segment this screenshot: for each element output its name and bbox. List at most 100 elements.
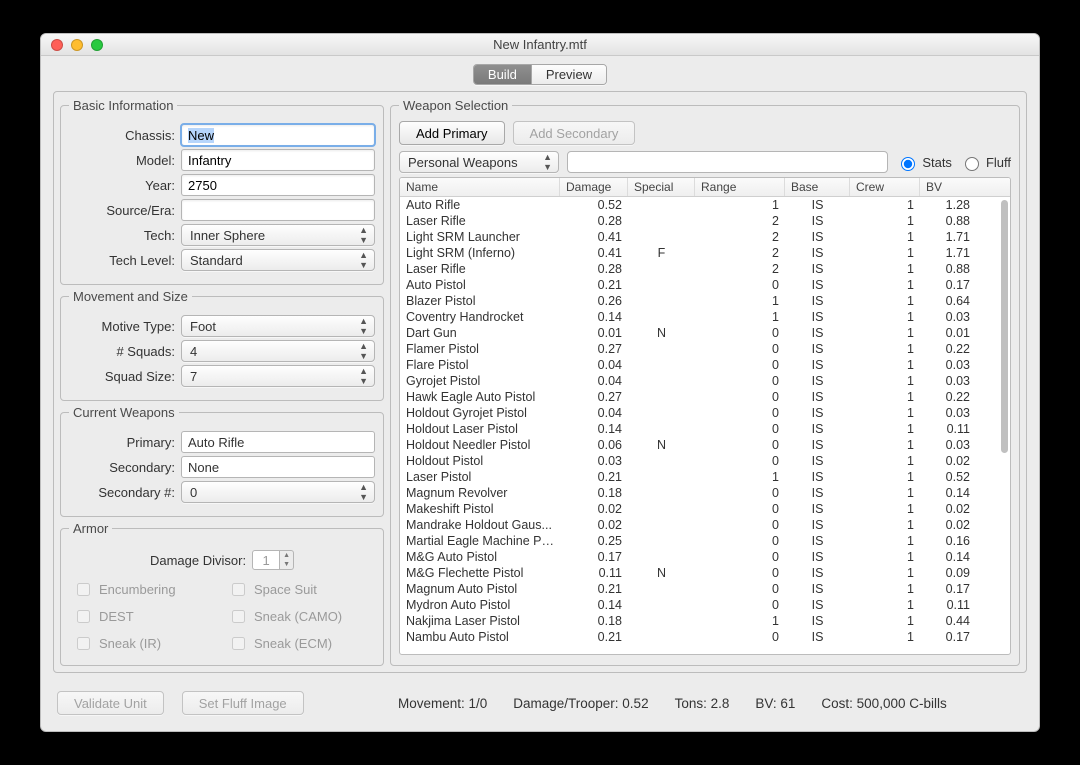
- table-row[interactable]: Blazer Pistol0.261IS10.64: [400, 293, 1010, 309]
- close-icon[interactable]: [51, 39, 63, 51]
- label-squadsize: Squad Size:: [69, 369, 181, 384]
- radio-stats[interactable]: Stats: [896, 154, 952, 171]
- label-squads: # Squads:: [69, 344, 181, 359]
- table-row[interactable]: M&G Auto Pistol0.170IS10.14: [400, 549, 1010, 565]
- legend-current-weapons: Current Weapons: [69, 405, 179, 420]
- table-row[interactable]: Dart Gun0.01N0IS10.01: [400, 325, 1010, 341]
- label-year: Year:: [69, 178, 181, 193]
- group-basic-info: Basic Information Chassis: Model: Year: …: [60, 98, 384, 285]
- secondary-n-value: 0: [190, 485, 197, 500]
- titlebar: New Infantry.mtf: [41, 34, 1039, 56]
- table-row[interactable]: Flamer Pistol0.270IS10.22: [400, 341, 1010, 357]
- damage-divisor-spinner[interactable]: ▲▼: [252, 550, 294, 570]
- legend-movement: Movement and Size: [69, 289, 192, 304]
- check-sneak-ir[interactable]: Sneak (IR): [73, 634, 216, 653]
- check-sneak-ecm[interactable]: Sneak (ECM): [228, 634, 371, 653]
- radio-fluff[interactable]: Fluff: [960, 154, 1011, 171]
- table-row[interactable]: Coventry Handrocket0.141IS10.03: [400, 309, 1010, 325]
- stat-cost: Cost: 500,000 C-bills: [821, 696, 946, 711]
- tab-preview[interactable]: Preview: [531, 65, 606, 84]
- group-armor: Armor Damage Divisor: ▲▼ Encumbering Spa…: [60, 521, 384, 666]
- table-row[interactable]: Light SRM (Inferno)0.41F2IS11.71: [400, 245, 1010, 261]
- group-weapon-selection: Weapon Selection Add Primary Add Seconda…: [390, 98, 1020, 666]
- table-row[interactable]: Holdout Needler Pistol0.06N0IS10.03: [400, 437, 1010, 453]
- motive-value: Foot: [190, 319, 216, 334]
- table-row[interactable]: Nakjima Laser Pistol0.181IS10.44: [400, 613, 1010, 629]
- chassis-input[interactable]: [181, 124, 375, 146]
- col-bv[interactable]: BV: [920, 178, 976, 196]
- col-crew[interactable]: Crew: [850, 178, 920, 196]
- squads-value: 4: [190, 344, 197, 359]
- table-row[interactable]: Magnum Auto Pistol0.210IS10.17: [400, 581, 1010, 597]
- tech-select[interactable]: Inner Sphere ▲▼: [181, 224, 375, 246]
- table-row[interactable]: Holdout Gyrojet Pistol0.040IS10.03: [400, 405, 1010, 421]
- table-row[interactable]: Auto Rifle0.521IS11.28: [400, 197, 1010, 213]
- techlevel-select[interactable]: Standard ▲▼: [181, 249, 375, 271]
- check-dest[interactable]: DEST: [73, 607, 216, 626]
- table-row[interactable]: Auto Pistol0.210IS10.17: [400, 277, 1010, 293]
- label-model: Model:: [69, 153, 181, 168]
- table-row[interactable]: Gyrojet Pistol0.040IS10.03: [400, 373, 1010, 389]
- label-primary: Primary:: [69, 435, 181, 450]
- group-movement: Movement and Size Motive Type: Foot▲▼ # …: [60, 289, 384, 401]
- check-sneak-camo[interactable]: Sneak (CAMO): [228, 607, 371, 626]
- chevron-updown-icon: ▲▼: [359, 251, 368, 270]
- col-range[interactable]: Range: [695, 178, 785, 196]
- group-current-weapons: Current Weapons Primary: Auto Rifle Seco…: [60, 405, 384, 517]
- label-chassis: Chassis:: [69, 128, 181, 143]
- tab-build[interactable]: Build: [474, 65, 531, 84]
- col-special[interactable]: Special: [628, 178, 695, 196]
- primary-weapon: Auto Rifle: [181, 431, 375, 453]
- label-source: Source/Era:: [69, 203, 181, 218]
- source-input[interactable]: [181, 199, 375, 221]
- divisor-input[interactable]: [252, 550, 280, 570]
- weapon-search-input[interactable]: [567, 151, 888, 173]
- table-row[interactable]: Mydron Auto Pistol0.140IS10.11: [400, 597, 1010, 613]
- table-row[interactable]: Light SRM Launcher0.412IS11.71: [400, 229, 1010, 245]
- stat-tons: Tons: 2.8: [675, 696, 730, 711]
- motive-select[interactable]: Foot▲▼: [181, 315, 375, 337]
- table-row[interactable]: Laser Rifle0.282IS10.88: [400, 213, 1010, 229]
- table-row[interactable]: M&G Flechette Pistol0.11N0IS10.09: [400, 565, 1010, 581]
- col-damage[interactable]: Damage: [560, 178, 628, 196]
- secondary-n-select[interactable]: 0▲▼: [181, 481, 375, 503]
- table-row[interactable]: Holdout Pistol0.030IS10.02: [400, 453, 1010, 469]
- table-row[interactable]: Mandrake Holdout Gaus...0.020IS10.02: [400, 517, 1010, 533]
- window-title: New Infantry.mtf: [41, 37, 1039, 52]
- table-row[interactable]: Flare Pistol0.040IS10.03: [400, 357, 1010, 373]
- year-input[interactable]: [181, 174, 375, 196]
- label-secondary: Secondary:: [69, 460, 181, 475]
- scrollbar[interactable]: [1001, 200, 1008, 652]
- squadsize-value: 7: [190, 369, 197, 384]
- legend-armor: Armor: [69, 521, 112, 536]
- col-name[interactable]: Name: [400, 178, 560, 196]
- chevron-down-icon[interactable]: ▼: [280, 560, 293, 569]
- zoom-icon[interactable]: [91, 39, 103, 51]
- table-row[interactable]: Laser Rifle0.282IS10.88: [400, 261, 1010, 277]
- legend-basic-info: Basic Information: [69, 98, 177, 113]
- table-row[interactable]: Holdout Laser Pistol0.140IS10.11: [400, 421, 1010, 437]
- squadsize-select[interactable]: 7▲▼: [181, 365, 375, 387]
- label-tech: Tech:: [69, 228, 181, 243]
- table-row[interactable]: Makeshift Pistol0.020IS10.02: [400, 501, 1010, 517]
- table-row[interactable]: Nambu Auto Pistol0.210IS10.17: [400, 629, 1010, 645]
- weapon-category-select[interactable]: Personal Weapons ▲▼: [399, 151, 559, 173]
- chevron-updown-icon: ▲▼: [543, 153, 552, 172]
- content-panel: Basic Information Chassis: Model: Year: …: [53, 91, 1027, 673]
- squads-select[interactable]: 4▲▼: [181, 340, 375, 362]
- stat-movement: Movement: 1/0: [398, 696, 487, 711]
- check-space-suit[interactable]: Space Suit: [228, 580, 371, 599]
- table-row[interactable]: Hawk Eagle Auto Pistol0.270IS10.22: [400, 389, 1010, 405]
- scrollbar-thumb[interactable]: [1001, 200, 1008, 453]
- check-encumbering[interactable]: Encumbering: [73, 580, 216, 599]
- minimize-icon[interactable]: [71, 39, 83, 51]
- table-row[interactable]: Magnum Revolver0.180IS10.14: [400, 485, 1010, 501]
- weapon-table[interactable]: Name Damage Special Range Base Crew BV A…: [399, 177, 1011, 655]
- col-base[interactable]: Base: [785, 178, 850, 196]
- model-input[interactable]: [181, 149, 375, 171]
- table-row[interactable]: Laser Pistol0.211IS10.52: [400, 469, 1010, 485]
- stat-dpt: Damage/Trooper: 0.52: [513, 696, 648, 711]
- chevron-up-icon[interactable]: ▲: [280, 551, 293, 560]
- table-row[interactable]: Martial Eagle Machine Pi...0.250IS10.16: [400, 533, 1010, 549]
- add-primary-button[interactable]: Add Primary: [399, 121, 505, 145]
